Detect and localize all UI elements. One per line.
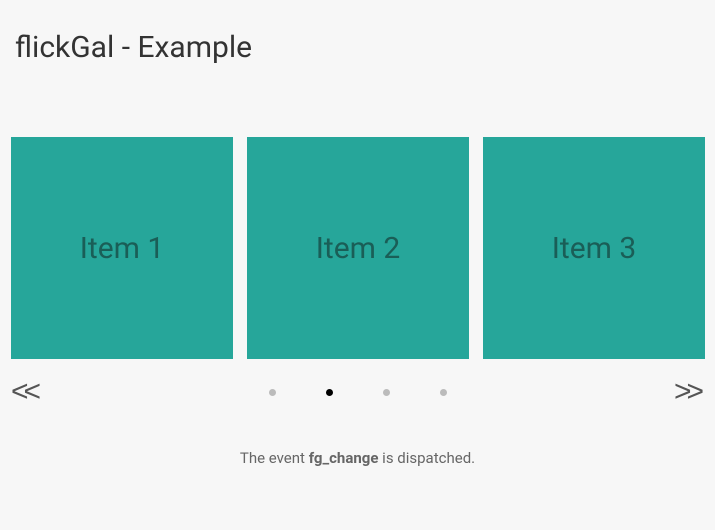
pagination-dot[interactable] (383, 389, 390, 396)
page-title: flickGal - Example (0, 0, 715, 65)
next-button[interactable]: >> (674, 377, 704, 407)
status-text: The event fg_change is dispatched. (0, 449, 715, 467)
pagination-dot[interactable] (440, 389, 447, 396)
carousel: Item 1 Item 2 Item 3 (0, 137, 715, 359)
carousel-track[interactable]: Item 1 Item 2 Item 3 (11, 137, 704, 359)
status-prefix: The event (240, 449, 309, 467)
carousel-item[interactable]: Item 1 (11, 137, 233, 359)
status-event-name: fg_change (309, 449, 379, 467)
carousel-item[interactable]: Item 3 (483, 137, 705, 359)
carousel-item-label: Item 3 (552, 231, 637, 266)
status-suffix: is dispatched. (378, 449, 475, 467)
pagination-dot[interactable] (269, 389, 276, 396)
carousel-controls: << >> (0, 359, 715, 407)
carousel-item-label: Item 1 (80, 231, 165, 266)
prev-button[interactable]: << (11, 377, 41, 407)
pagination-dots (269, 389, 447, 396)
carousel-item[interactable]: Item 2 (247, 137, 469, 359)
pagination-dot[interactable] (326, 389, 333, 396)
carousel-item-label: Item 2 (316, 231, 401, 266)
